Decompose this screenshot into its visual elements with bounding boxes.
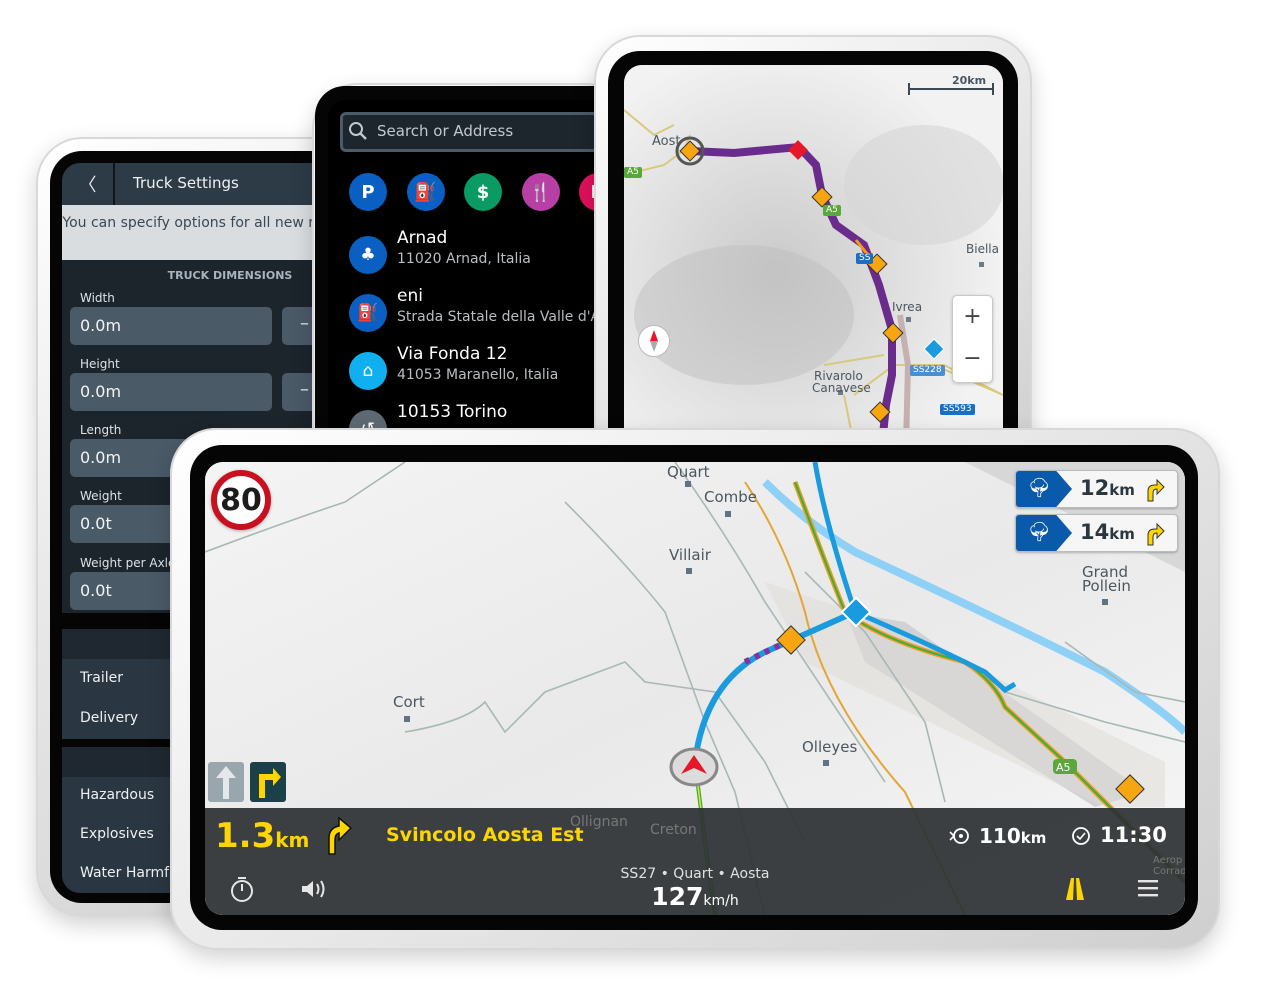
compass-icon: [650, 330, 658, 352]
chevron-left-icon: 〈: [78, 175, 97, 196]
road-shield: A5: [624, 167, 642, 178]
bank-icon: $: [476, 181, 490, 203]
road-shield: A5: [1056, 761, 1071, 774]
turn-right-arrow-icon: [1147, 478, 1165, 502]
turn-right-arrow-icon: [259, 768, 281, 798]
sign-distance: 14: [1080, 520, 1110, 544]
fuel-icon: ⛽: [349, 294, 387, 332]
height-field[interactable]: 0.0m: [70, 373, 272, 411]
road-shield: SS593: [940, 404, 975, 415]
city-label: Biella: [966, 242, 999, 256]
current-road: SS27 • Quart • Aosta: [620, 866, 770, 882]
remaining-unit: km: [1020, 829, 1047, 847]
speed-value: 127: [651, 882, 704, 911]
search-device: Search or Address P⛽$🍴H ♣Arnad11020 Arna…: [312, 83, 632, 483]
speed-unit: km/h: [703, 893, 739, 909]
back-button[interactable]: 〈: [62, 163, 115, 205]
sign-unit: km: [1109, 525, 1135, 543]
park-icon: 🌳︎: [1027, 477, 1052, 499]
road-view-icon[interactable]: [1063, 876, 1087, 902]
field-label-weight: Weight: [80, 489, 122, 503]
map-label: Cort: [393, 693, 425, 711]
field-label-width: Width: [80, 291, 115, 305]
menu-icon[interactable]: [1137, 878, 1159, 898]
zoom-in-button[interactable]: +: [953, 296, 992, 340]
width-field[interactable]: 0.0m: [70, 307, 272, 345]
city-label: Aost: [652, 134, 681, 149]
map-label: Villair: [669, 546, 711, 564]
field-label-height: Height: [80, 357, 120, 371]
distance-value: 1.3: [215, 816, 276, 856]
parking-icon: P: [361, 181, 375, 203]
city-label: Canavese: [812, 381, 871, 395]
next-street-name: Svincolo Aosta Est: [386, 824, 584, 846]
search-result-address: 41053 Maranello, Italia: [397, 367, 559, 383]
road-shield: SS: [856, 253, 874, 264]
delivery-option[interactable]: Delivery: [80, 710, 138, 726]
remaining-distance-icon: [949, 828, 969, 844]
search-result-address: 11020 Arnad, Italia: [397, 251, 531, 267]
remaining-distance: 110km: [979, 824, 1046, 848]
search-icon: [349, 122, 367, 140]
search-result[interactable]: eni: [397, 286, 423, 306]
turn-right-arrow-icon: [328, 816, 353, 855]
explosives-option[interactable]: Explosives: [80, 826, 154, 842]
search-placeholder: Search or Address: [377, 122, 514, 140]
road-shield: A5: [823, 205, 841, 216]
restaurant-icon: 🍴: [529, 181, 552, 203]
current-speed: 127km/h: [205, 882, 1185, 911]
trailer-option[interactable]: Trailer: [80, 670, 123, 686]
map-label: Quart: [667, 463, 710, 481]
search-result[interactable]: Via Fonda 12: [397, 344, 507, 364]
signpost: 🌳︎ 14km: [1015, 514, 1178, 552]
sign-unit: km: [1109, 481, 1135, 499]
zoom-control: + −: [952, 295, 993, 383]
map-label: Pollein: [1082, 577, 1131, 595]
water-harmful-option[interactable]: Water Harmful: [80, 865, 182, 881]
signpost: 🌳︎ 12km: [1015, 470, 1178, 508]
map-label: Creton: [650, 822, 697, 838]
search-result[interactable]: 10153 Torino: [397, 402, 507, 422]
remaining-value: 110: [979, 824, 1021, 848]
home-icon: ⌂: [349, 352, 387, 390]
overview-map-device: 20km Aost Biella Ivrea Rivarolo Canavese…: [594, 35, 1032, 475]
navigation-device: Quart Combe Villair Grand Pollein Cort O…: [170, 428, 1220, 950]
vehicle-position-icon: [669, 747, 719, 787]
guidance-bar: Ollignan Creton Aerop Corrad 1.3km Svinc…: [205, 808, 1185, 915]
arrow-up-icon: [216, 766, 236, 799]
compass-button[interactable]: [638, 325, 670, 357]
search-result-address: Strada Statale della Valle d'A: [397, 309, 601, 325]
category-restaurant-button[interactable]: 🍴: [521, 173, 560, 211]
page-title: Truck Settings: [133, 174, 239, 192]
speed-limit-sign: 80: [211, 470, 271, 530]
next-instruction-distance: 1.3km: [215, 816, 309, 856]
clock-icon: [1072, 827, 1090, 845]
field-label-weight-per-axle: Weight per Axle: [80, 556, 176, 570]
turn-right-arrow-icon: [1147, 522, 1165, 546]
sign-distance: 12: [1080, 476, 1110, 500]
search-result[interactable]: Arnad: [397, 228, 447, 248]
distance-unit: km: [275, 828, 310, 852]
park-icon: ♣: [349, 236, 387, 274]
lane-turn-right: [250, 762, 286, 802]
category-fuel-button[interactable]: ⛽: [406, 173, 445, 211]
category-parking-button[interactable]: P: [349, 173, 387, 211]
lane-straight: [208, 762, 244, 802]
scale-label: 20km: [952, 74, 987, 87]
hazardous-option[interactable]: Hazardous: [80, 787, 154, 803]
city-label: Ivrea: [892, 300, 923, 314]
arrival-time: 11:30: [1100, 823, 1167, 847]
road-shield: SS228: [910, 365, 945, 376]
park-icon: 🌳︎: [1027, 521, 1052, 543]
category-bank-button[interactable]: $: [464, 173, 502, 211]
map-label: Combe: [704, 488, 758, 506]
map-label: Olleyes: [802, 738, 858, 756]
field-label-length: Length: [80, 423, 122, 437]
search-input[interactable]: Search or Address: [340, 112, 628, 152]
fuel-icon: ⛽: [414, 181, 437, 203]
zoom-out-button[interactable]: −: [953, 340, 992, 382]
